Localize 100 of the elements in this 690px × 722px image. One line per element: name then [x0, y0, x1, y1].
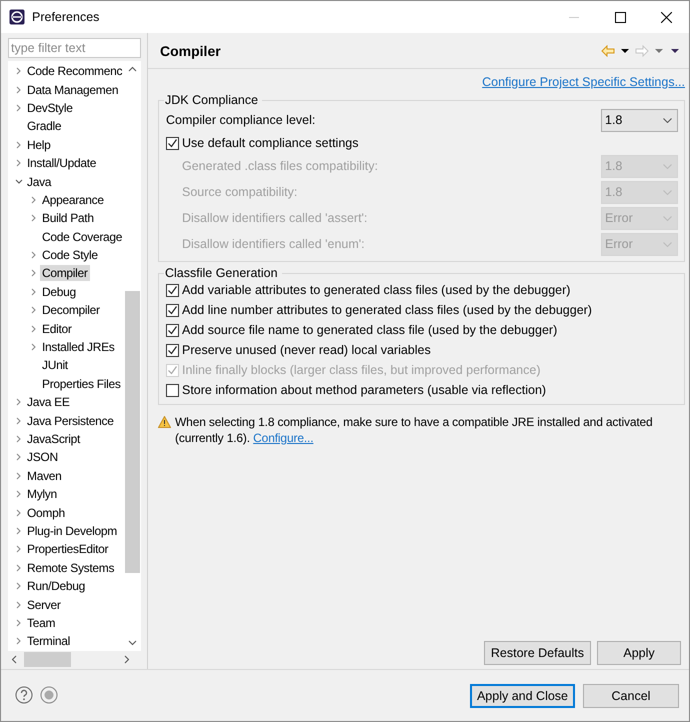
chevron-right-icon[interactable] — [16, 140, 22, 149]
chevron-down-icon — [663, 190, 672, 194]
dialog-button[interactable]: Cancel — [583, 684, 679, 708]
scrollbar-thumb[interactable] — [125, 291, 140, 573]
tree-item[interactable]: Oomph — [25, 504, 67, 521]
warning-icon — [158, 416, 171, 428]
compliance-level-dropdown[interactable]: 1.8 — [601, 108, 678, 132]
tree-item[interactable]: Compiler — [40, 265, 90, 282]
chevron-right-icon[interactable] — [16, 398, 22, 406]
tree-item[interactable]: Team — [25, 614, 58, 631]
chevron-right-icon[interactable] — [31, 269, 37, 278]
tree-item[interactable]: PropertiesEditor — [25, 541, 110, 558]
tree-item[interactable]: Maven — [25, 468, 64, 484]
chevron-right-icon[interactable] — [31, 251, 37, 260]
tree-item[interactable]: Run/Debug — [25, 578, 88, 594]
group-title: JDK Compliance — [164, 93, 260, 107]
configure-link[interactable]: Configure... — [253, 431, 314, 445]
chevron-right-icon[interactable] — [31, 343, 37, 352]
warning-message: When selecting 1.8 compliance, make sure to have a compatible JRE installed and activated (currently 1.6). Configure... — [175, 414, 654, 446]
chevron-right-icon[interactable] — [16, 618, 22, 627]
tree-item[interactable]: JUnit — [40, 357, 70, 374]
tree-item[interactable]: Code Style — [40, 247, 100, 264]
dropdown-icon[interactable] — [619, 48, 631, 54]
tree-item[interactable]: JSON — [25, 449, 60, 466]
help-icon[interactable] — [15, 686, 35, 706]
chevron-right-icon[interactable] — [16, 159, 22, 168]
menu-icon[interactable] — [669, 48, 681, 54]
tree-item[interactable]: Editor — [40, 320, 74, 337]
chevron-right-icon[interactable] — [16, 453, 22, 462]
chevron-down-icon — [663, 216, 672, 220]
tree-item[interactable]: DevStyle — [25, 100, 75, 116]
checkbox-option[interactable]: Store information about method parameters (usable via reflection) — [166, 380, 678, 400]
checkbox[interactable] — [166, 324, 179, 336]
tree-item[interactable]: Terminal — [25, 633, 72, 650]
checkbox-option[interactable]: Use default compliance settings — [166, 133, 678, 153]
page-button[interactable]: Restore Defaults — [484, 641, 591, 665]
dialog-button[interactable]: Apply and Close — [470, 684, 575, 708]
chevron-right-icon[interactable] — [16, 435, 22, 443]
chevron-right-icon[interactable] — [31, 306, 37, 314]
chevron-down-icon — [663, 164, 672, 168]
tree-item[interactable]: Remote Systems — [25, 560, 116, 576]
chevron-right-icon[interactable] — [31, 196, 37, 204]
app-icon — [9, 9, 25, 25]
chevron-right-icon[interactable] — [16, 67, 22, 76]
page-button[interactable]: Apply — [597, 641, 681, 665]
setting-label: Disallow identifiers called 'assert': — [182, 211, 368, 225]
setting-label: Generated .class files compatibility: — [182, 159, 379, 173]
tree-item[interactable]: Debug — [40, 284, 78, 300]
checkmark-icon — [167, 138, 178, 148]
tree-item[interactable]: Java Persistence — [25, 412, 116, 429]
checkbox[interactable] — [166, 304, 179, 316]
chevron-right-icon[interactable] — [31, 288, 37, 296]
filter-field[interactable]: type filter text — [8, 38, 141, 58]
group-title: Classfile Generation — [164, 266, 279, 280]
setting-label: Disallow identifiers called 'enum': — [182, 237, 366, 251]
tree-item[interactable]: Build Path — [40, 210, 96, 226]
checkbox[interactable] — [166, 384, 179, 396]
chevron-down-icon[interactable] — [15, 178, 23, 185]
chevron-right-icon[interactable] — [16, 86, 22, 94]
chevron-right-icon[interactable] — [16, 416, 22, 425]
tree-item[interactable]: Gradle — [25, 118, 64, 134]
tree-item[interactable]: Appearance — [40, 192, 106, 208]
checkbox-option[interactable]: Add source file name to generated class file (used by the debugger) — [166, 320, 678, 340]
record-icon[interactable] — [40, 686, 60, 706]
tree-item[interactable]: Plug-in Developm — [25, 522, 119, 539]
tree-item[interactable]: JavaScript — [25, 431, 82, 447]
chevron-right-icon[interactable] — [16, 600, 22, 609]
chevron-right-icon[interactable] — [16, 104, 22, 112]
chevron-right-icon[interactable] — [16, 490, 22, 498]
project-settings-link[interactable]: Configure Project Specific Settings... — [482, 75, 685, 89]
tree-item[interactable]: Code Recommenc — [25, 63, 124, 80]
chevron-right-icon[interactable] — [16, 637, 22, 646]
tree-item[interactable]: Java EE — [25, 394, 72, 410]
chevron-right-icon[interactable] — [16, 508, 22, 517]
chevron-right-icon[interactable] — [31, 324, 37, 333]
tree-item[interactable]: Properties Files — [40, 376, 123, 392]
chevron-right-icon[interactable] — [16, 472, 22, 480]
tree-item[interactable]: Help — [25, 136, 52, 153]
chevron-right-icon[interactable] — [16, 564, 22, 572]
checkbox[interactable] — [166, 136, 179, 150]
tree-item[interactable]: Code Coverage — [40, 228, 124, 245]
checkbox-option[interactable]: Preserve unused (never read) local variables — [166, 340, 678, 360]
tree-item[interactable]: Decompiler — [40, 302, 102, 318]
scrollbar-thumb[interactable] — [24, 652, 71, 667]
tree-item[interactable]: Java — [25, 174, 54, 190]
checkbox[interactable] — [166, 344, 179, 356]
checkbox-option[interactable]: Add line number attributes to generated class files (used by the debugger) — [166, 300, 678, 320]
tree-item[interactable]: Installed JREs — [40, 339, 116, 356]
checkbox-option[interactable]: Add variable attributes to generated class files (used by the debugger) — [166, 280, 678, 300]
tree-item[interactable]: Server — [25, 596, 63, 613]
close-icon — [660, 12, 672, 22]
chevron-right-icon[interactable] — [16, 545, 22, 554]
chevron-right-icon[interactable] — [16, 526, 22, 535]
chevron-right-icon[interactable] — [31, 214, 37, 222]
chevron-right-icon[interactable] — [16, 582, 22, 590]
tree-item[interactable]: Mylyn — [25, 486, 59, 502]
tree-item[interactable]: Install/Update — [25, 155, 98, 172]
checkmark-icon — [167, 364, 178, 376]
tree-item[interactable]: Data Managemen — [25, 82, 120, 98]
checkbox[interactable] — [166, 284, 179, 296]
